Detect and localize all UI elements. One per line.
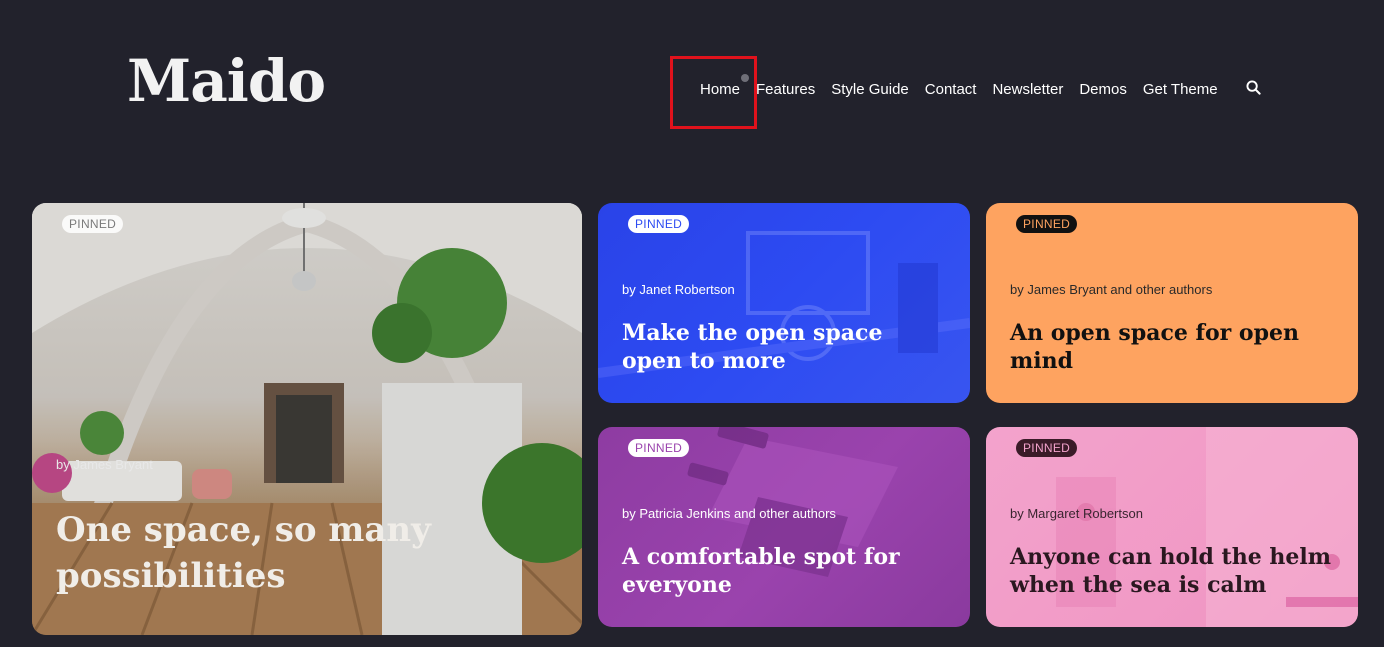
- post-title[interactable]: One space, so many possibilities: [56, 507, 476, 599]
- post-card-pink[interactable]: PINNED by Margaret Robertson Anyone can …: [986, 427, 1358, 627]
- site-logo[interactable]: Maido: [127, 52, 326, 110]
- post-title[interactable]: Anyone can hold the helm when the sea is…: [1010, 543, 1340, 599]
- post-title[interactable]: Make the open space open to more: [622, 319, 942, 375]
- post-title[interactable]: An open space for open mind: [1010, 319, 1310, 375]
- pinned-badge: PINNED: [1016, 215, 1078, 233]
- pinned-badge: PINNED: [628, 215, 690, 233]
- page: Maido Home Features Style Guide Contact …: [0, 0, 1384, 647]
- main-nav: Home Features Style Guide Contact Newsle…: [690, 78, 1234, 100]
- nav-item-newsletter[interactable]: Newsletter: [992, 81, 1063, 98]
- search-icon[interactable]: [1246, 80, 1261, 95]
- post-title[interactable]: A comfortable spot for everyone: [622, 543, 922, 599]
- pinned-badge: PINNED: [628, 439, 690, 457]
- post-author[interactable]: by Janet Robertson: [622, 282, 735, 297]
- post-card-orange[interactable]: PINNED by James Bryant and other authors…: [986, 203, 1358, 403]
- post-card-blue[interactable]: PINNED by Janet Robertson Make the open …: [598, 203, 970, 403]
- post-author[interactable]: by Patricia Jenkins and other authors: [622, 506, 836, 521]
- post-author[interactable]: by Margaret Robertson: [1010, 506, 1143, 521]
- nav-item-features[interactable]: Features: [756, 81, 815, 98]
- nav-item-demos[interactable]: Demos: [1079, 81, 1127, 98]
- post-card-featured[interactable]: PINNED by James Bryant One space, so man…: [32, 203, 582, 635]
- pinned-badge: PINNED: [1016, 439, 1078, 457]
- post-author[interactable]: by James Bryant and other authors: [1010, 282, 1212, 297]
- nav-item-style-guide[interactable]: Style Guide: [831, 81, 909, 98]
- nav-item-get-theme[interactable]: Get Theme: [1143, 81, 1218, 98]
- nav-item-contact[interactable]: Contact: [925, 81, 977, 98]
- post-author[interactable]: by James Bryant: [56, 457, 153, 472]
- post-card-purple[interactable]: PINNED by Patricia Jenkins and other aut…: [598, 427, 970, 627]
- highlight-box: [670, 56, 757, 129]
- pinned-badge: PINNED: [62, 215, 124, 233]
